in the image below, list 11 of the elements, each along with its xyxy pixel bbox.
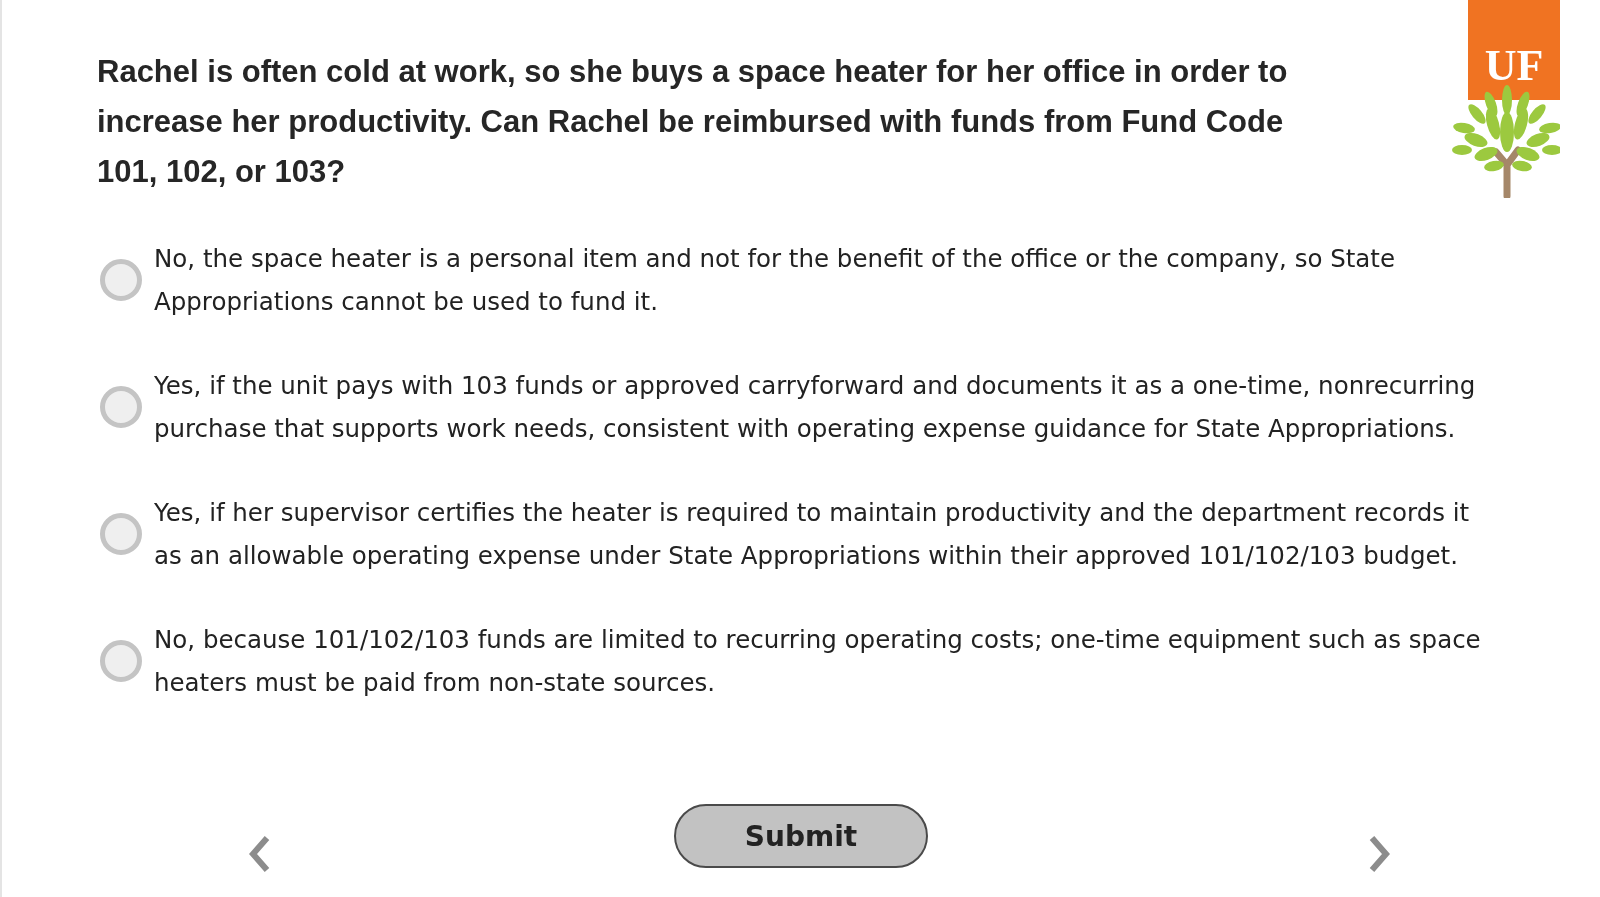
radio-button[interactable] bbox=[100, 513, 142, 555]
option-label: No, because 101/102/103 funds are limited to recurring operating costs; one-time equipment such as space heaters must be paid from non-state sources. bbox=[154, 624, 1482, 699]
logo: UF bbox=[1444, 0, 1560, 198]
submit-button[interactable]: Submit bbox=[674, 804, 928, 868]
option-label: Yes, if her supervisor certifies the heater is required to maintain productivity and the department records it as an allowable operating expense under State Appropriations within their approved 101/102/103 budget. bbox=[154, 497, 1471, 572]
option-label: No, the space heater is a personal item and not for the benefit of the office or the company, so State Appropriations cannot be used to fund it. bbox=[154, 243, 1397, 318]
radio-button[interactable] bbox=[100, 640, 142, 682]
option-label: Yes, if the unit pays with 103 funds or approved carryforward and documents it as a one-time, nonrecurring purchase that supports work needs, consistent with operating expense guidance for State Appropriations. bbox=[154, 370, 1477, 445]
radio-button[interactable] bbox=[100, 259, 142, 301]
question-text: Rachel is often cold at work, so she buys a space heater for her office in order to increase her productivity. Can Rachel be reimbursed with funds from Fund Code 101, 102, or 103? bbox=[97, 53, 1289, 191]
radio-button[interactable] bbox=[100, 386, 142, 428]
